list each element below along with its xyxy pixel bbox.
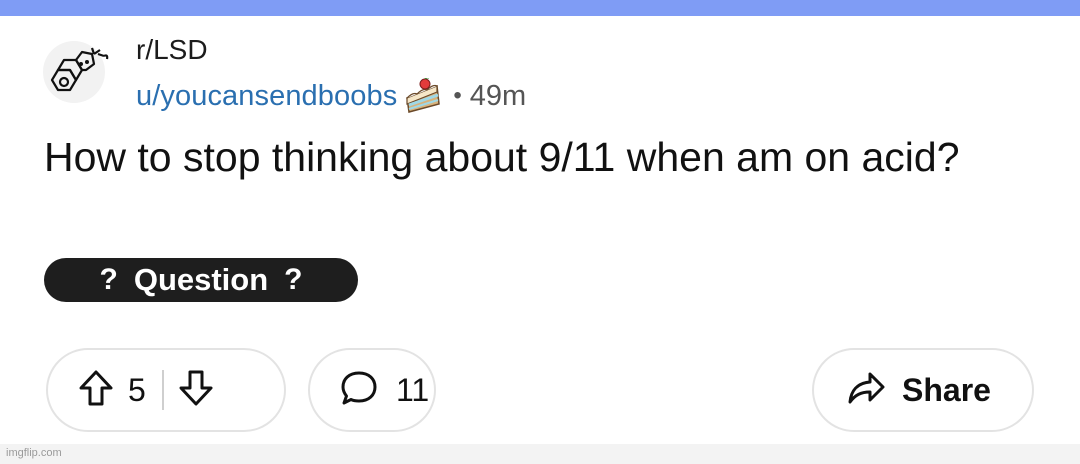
meta-separator: • <box>453 82 462 109</box>
arrow-down-icon[interactable] <box>178 368 214 413</box>
vote-control: 5 <box>46 348 286 432</box>
lsd-molecule-icon[interactable] <box>38 40 110 104</box>
author-username[interactable]: u/youcansendboobs <box>136 80 397 113</box>
share-label: Share <box>902 371 991 408</box>
question-mark-icon: ? <box>284 263 303 296</box>
footer-band <box>0 444 1080 464</box>
cake-slice-icon <box>403 76 443 114</box>
question-mark-icon: ? <box>99 263 118 296</box>
post-age: 49m <box>469 79 527 112</box>
vote-count: 5 <box>128 371 146 408</box>
subreddit-name[interactable]: r/LSD <box>136 34 208 66</box>
speech-bubble-icon <box>340 369 378 412</box>
imgflip-watermark: imgflip.com <box>6 447 62 459</box>
comments-button[interactable]: 11 <box>308 348 436 432</box>
post-meta: u/youcansendboobs • 49m <box>136 76 526 116</box>
share-arrow-icon <box>846 370 886 411</box>
vote-divider <box>161 370 164 410</box>
comment-count: 11 <box>396 371 430 408</box>
flair-label: Question <box>133 262 269 297</box>
post-flair[interactable]: ? Question ? <box>44 258 358 302</box>
post-title[interactable]: How to stop thinking about 9/11 when am … <box>44 132 1024 182</box>
share-button[interactable]: Share <box>812 348 1034 432</box>
arrow-up-icon[interactable] <box>78 368 114 413</box>
top-accent-bar <box>0 0 1080 16</box>
